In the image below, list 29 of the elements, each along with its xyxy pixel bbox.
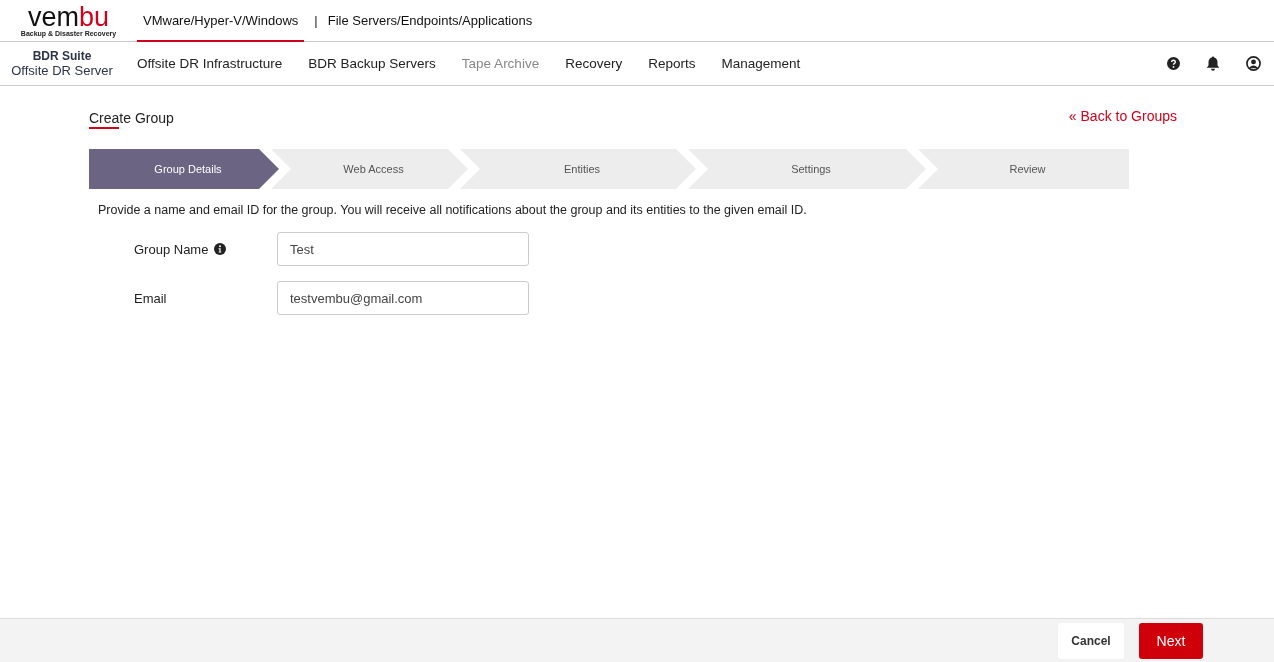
help-icon[interactable]: [1167, 57, 1180, 70]
logo-wordmark: vembu: [27, 4, 110, 29]
wizard-step[interactable]: Web Access: [271, 149, 468, 189]
text-input-field[interactable]: testvembu@gmail.com: [277, 281, 529, 315]
next-button[interactable]: Next: [1139, 622, 1203, 659]
nav-item[interactable]: Management: [721, 56, 801, 71]
suite-name: BDR Suite: [32, 49, 92, 63]
field-label: Group Name: [134, 241, 209, 257]
user-account-icon[interactable]: [1246, 56, 1261, 71]
wizard-step[interactable]: Entities: [460, 149, 696, 189]
wizard-step[interactable]: Group Details: [89, 149, 279, 189]
nav-item[interactable]: Reports: [648, 56, 696, 71]
product-tab[interactable]: File Servers/Endpoints/Applications: [321, 0, 539, 42]
cancel-button[interactable]: Cancel: [1058, 622, 1124, 659]
field-label: Email: [134, 290, 167, 306]
nav-item[interactable]: BDR Backup Servers: [308, 56, 436, 71]
notification-bell-icon[interactable]: [1206, 56, 1220, 71]
back-link[interactable]: « Back to Groups: [1068, 108, 1177, 124]
page-title: Create Group: [89, 110, 174, 131]
nav-item[interactable]: Recovery: [565, 56, 623, 71]
text-input-field[interactable]: Test: [277, 232, 529, 266]
nav-item[interactable]: Offsite DR Infrastructure: [137, 56, 283, 71]
tab-separator: |: [313, 12, 319, 30]
suite-edition: Offsite DR Server: [11, 63, 113, 78]
info-icon: [214, 243, 227, 255]
product-tab[interactable]: VMware/Hyper-V/Windows: [137, 0, 305, 42]
wizard-step[interactable]: Review: [918, 149, 1129, 189]
wizard-step[interactable]: Settings: [688, 149, 926, 189]
description-text: Provide a name and email ID for the group. You will receive all notifications about the group and its entities to the given email ID.: [98, 203, 808, 217]
